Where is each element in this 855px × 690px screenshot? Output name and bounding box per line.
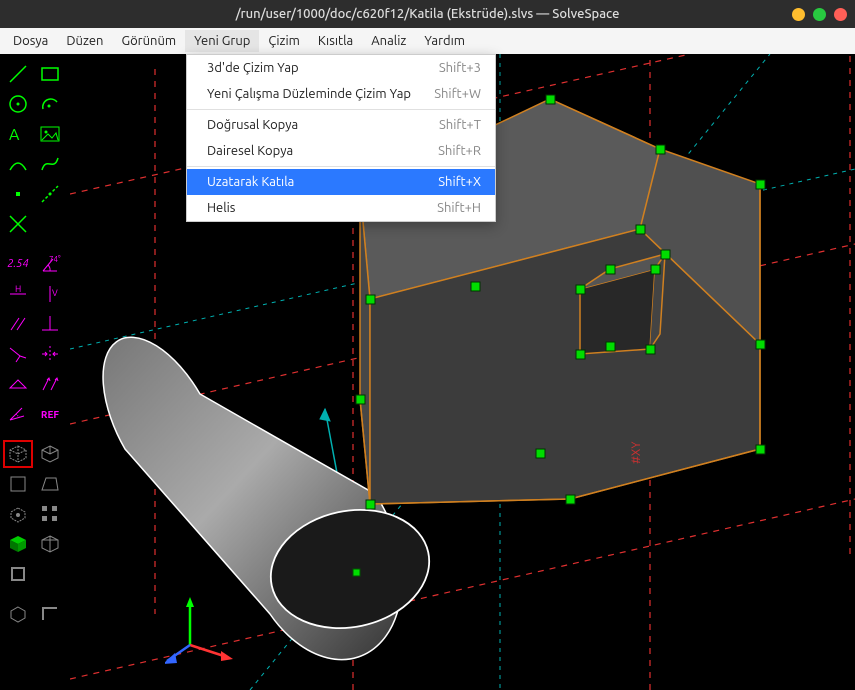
tool-perpendicular[interactable] — [35, 310, 65, 338]
dd-item-linear[interactable]: Doğrusal KopyaShift+T — [187, 112, 495, 138]
tool-wireframe[interactable] — [35, 530, 65, 558]
tool-point[interactable] — [3, 180, 33, 208]
tool-workplane-normal[interactable] — [3, 470, 33, 498]
workplane-label: #XY — [630, 441, 643, 464]
menu-gorunum[interactable]: Görünüm — [112, 30, 185, 52]
dd-item-circular[interactable]: Dairesel KopyaShift+R — [187, 138, 495, 164]
tool-show-exploded[interactable] — [35, 500, 65, 528]
axis-gizmo — [165, 595, 235, 665]
tool-in-3d[interactable] — [3, 600, 33, 628]
tool-image[interactable] — [35, 120, 65, 148]
tool-rect[interactable] — [35, 60, 65, 88]
tool-symmetric[interactable] — [35, 340, 65, 368]
svg-text:H: H — [15, 284, 21, 294]
menu-dosya[interactable]: Dosya — [4, 30, 57, 52]
tool-other-angle[interactable] — [3, 400, 33, 428]
menu-cizim[interactable]: Çizim — [259, 30, 309, 52]
toolbar: A 2.54 74° H V REF — [0, 54, 70, 690]
menu-yeni-grup[interactable]: Yeni Grup — [185, 30, 259, 52]
tool-in-workplane[interactable] — [35, 600, 65, 628]
titlebar: /run/user/1000/doc/c620f12/Katila (Ekstr… — [0, 0, 855, 28]
dd-item-extrude[interactable]: Uzatarak KatılaShift+X — [187, 169, 495, 195]
tool-split[interactable] — [3, 210, 33, 238]
menu-yardim[interactable]: Yardım — [415, 30, 474, 52]
tool-line[interactable] — [3, 60, 33, 88]
svg-text:V: V — [52, 288, 58, 298]
svg-text:74°: 74° — [49, 255, 61, 264]
maximize-button[interactable] — [813, 8, 826, 21]
tool-arc[interactable] — [35, 90, 65, 118]
tool-perspective[interactable] — [35, 470, 65, 498]
close-button[interactable] — [834, 8, 847, 21]
tool-nearest-iso[interactable] — [3, 440, 33, 468]
dd-item-3d[interactable]: 3d'de Çizim YapShift+3 — [187, 55, 495, 81]
svg-text:A: A — [9, 126, 20, 144]
tool-shaded[interactable] — [3, 530, 33, 558]
menu-duzen[interactable]: Düzen — [57, 30, 112, 52]
tool-show-hidden[interactable] — [3, 500, 33, 528]
menu-analiz[interactable]: Analiz — [362, 30, 415, 52]
menu-kisitla[interactable]: Kısıtla — [309, 30, 362, 52]
tool-coincident[interactable] — [3, 340, 33, 368]
tool-vertical[interactable]: V — [35, 280, 65, 308]
tool-distance[interactable]: 2.54 — [3, 250, 33, 278]
dd-item-workplane[interactable]: Yeni Çalışma Düzleminde Çizim YapShift+W — [187, 81, 495, 107]
dd-separator — [187, 166, 495, 167]
tool-text[interactable]: A — [3, 120, 33, 148]
tool-edges[interactable] — [3, 560, 33, 588]
tool-reference[interactable]: REF — [35, 400, 65, 428]
dd-separator — [187, 109, 495, 110]
window-controls — [792, 8, 847, 21]
tool-parallel[interactable] — [3, 310, 33, 338]
tool-horizontal[interactable]: H — [3, 280, 33, 308]
tool-bezier[interactable] — [35, 150, 65, 178]
dropdown-yeni-grup: 3d'de Çizim YapShift+3 Yeni Çalışma Düzl… — [186, 54, 496, 222]
tool-nearest-ortho[interactable] — [35, 440, 65, 468]
tool-tangent-arc[interactable] — [3, 150, 33, 178]
dd-item-helix[interactable]: HelisShift+H — [187, 195, 495, 221]
tool-circle[interactable] — [3, 90, 33, 118]
menubar: Dosya Düzen Görünüm Yeni Grup Çizim Kısı… — [0, 28, 855, 54]
tool-construction[interactable] — [35, 180, 65, 208]
window-title: /run/user/1000/doc/c620f12/Katila (Ekstr… — [236, 7, 620, 21]
minimize-button[interactable] — [792, 8, 805, 21]
tool-equal[interactable] — [3, 370, 33, 398]
tool-angle[interactable]: 74° — [35, 250, 65, 278]
tool-same-orientation[interactable] — [35, 370, 65, 398]
